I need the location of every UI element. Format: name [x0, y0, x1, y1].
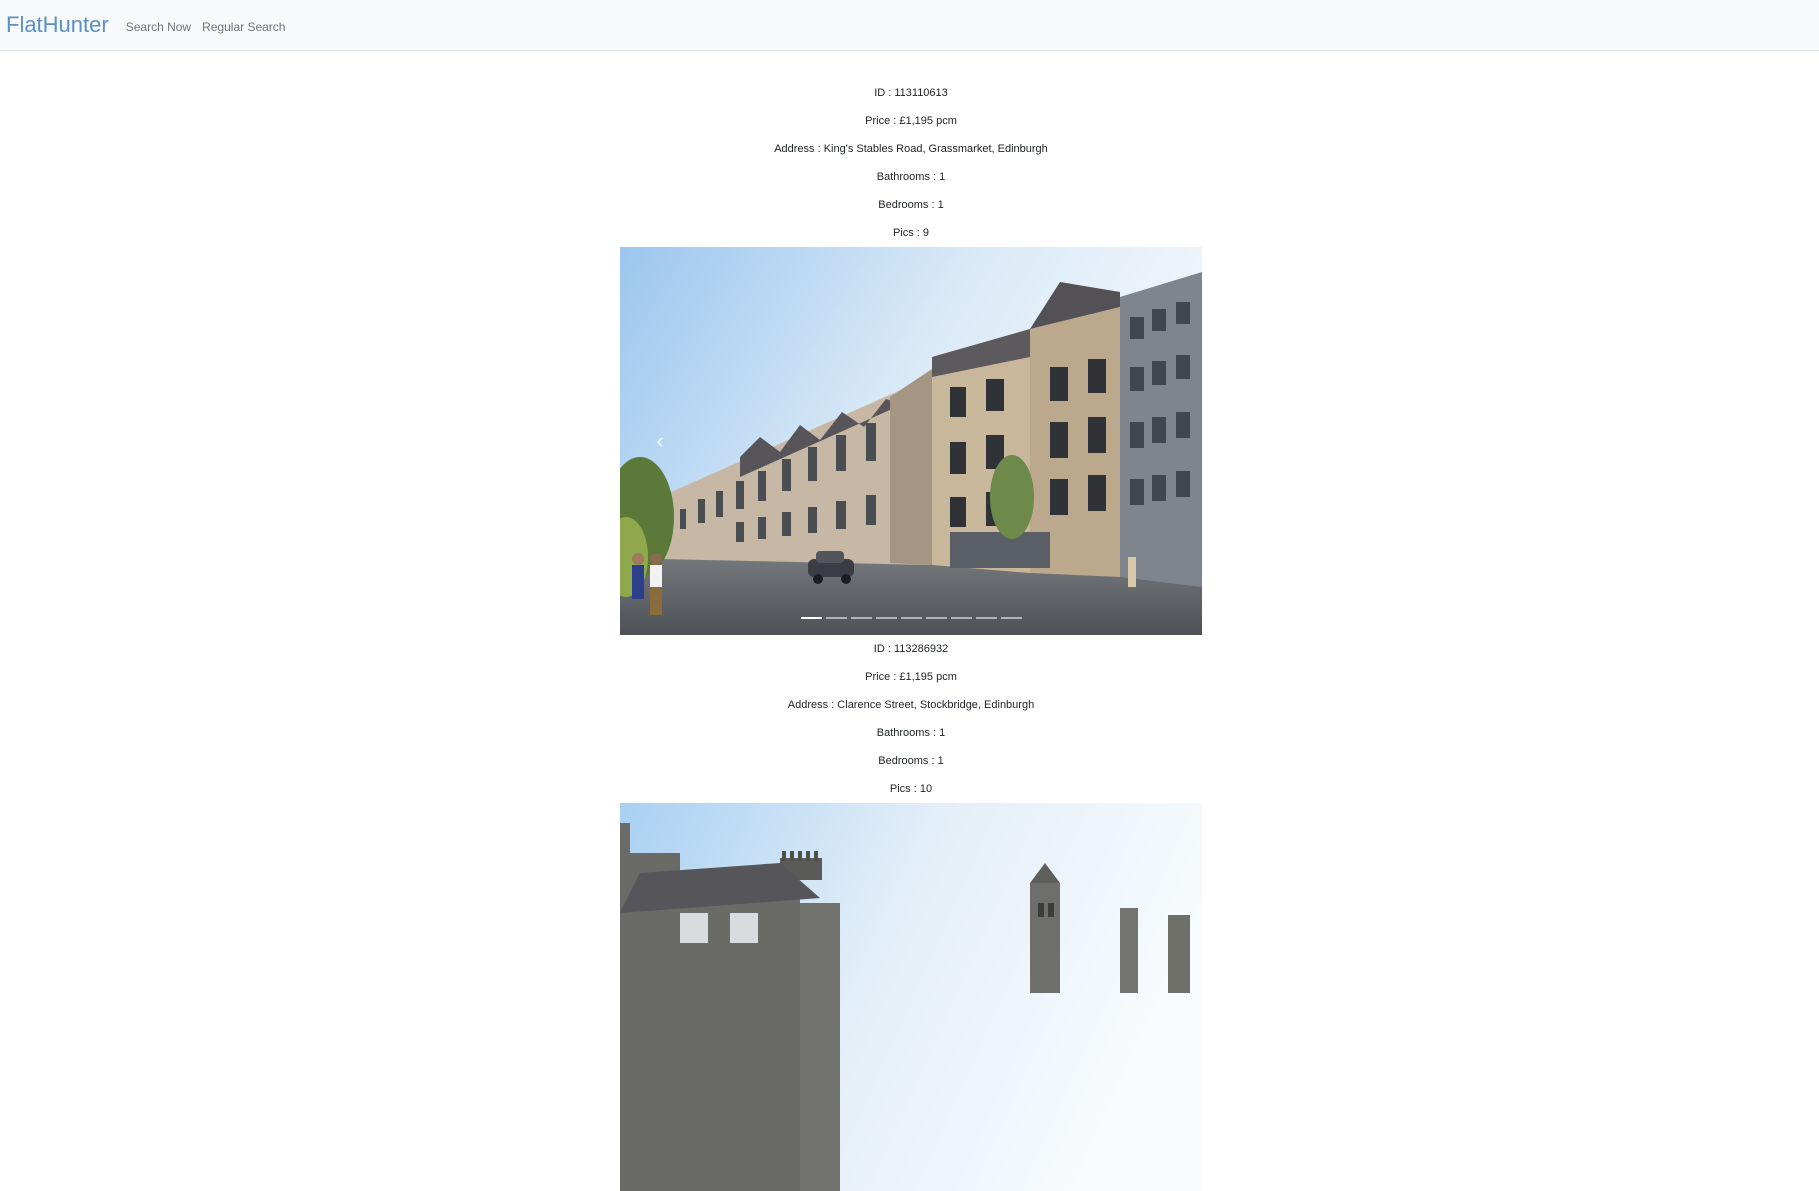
- navbar: FlatHunter Search Now Regular Search: [0, 0, 1819, 51]
- property-photo: [620, 803, 1202, 1191]
- listing-address: Address : King's Stables Road, Grassmark…: [774, 143, 1048, 155]
- listing-card: ID : 113286932 Price : £1,195 pcm Addres…: [620, 635, 1202, 1191]
- carousel-indicator[interactable]: [875, 617, 897, 619]
- listing-id: ID : 113110613: [874, 87, 948, 99]
- carousel-indicator[interactable]: [825, 617, 847, 619]
- listing-address: Address : Clarence Street, Stockbridge, …: [787, 699, 1035, 711]
- carousel-indicator[interactable]: [975, 617, 997, 619]
- listing-card: ID : 113110613 Price : £1,195 pcm Addres…: [620, 79, 1202, 635]
- listing-bathrooms: Bathrooms : 1: [876, 171, 946, 183]
- carousel-indicator[interactable]: [1000, 617, 1022, 619]
- property-photo: [620, 247, 1202, 635]
- listing-bedrooms: Bedrooms : 1: [878, 199, 944, 211]
- carousel-prev-button[interactable]: ‹: [650, 425, 670, 457]
- listing-pics: Pics : 9: [892, 227, 930, 239]
- listing-id: ID : 113286932: [873, 643, 949, 655]
- carousel-indicator[interactable]: [850, 617, 872, 619]
- brand-logo[interactable]: FlatHunter: [6, 14, 109, 36]
- listing-price: Price : £1,195 pcm: [865, 671, 957, 683]
- carousel-indicator[interactable]: [900, 617, 922, 619]
- photo-carousel[interactable]: ‹: [620, 247, 1202, 635]
- photo-carousel[interactable]: [620, 803, 1202, 1191]
- carousel-indicator[interactable]: [800, 617, 822, 619]
- listing-bathrooms: Bathrooms : 1: [876, 727, 946, 739]
- listing-price: Price : £1,195 pcm: [865, 115, 957, 127]
- nav-link-regular-search[interactable]: Regular Search: [202, 17, 285, 34]
- carousel-indicator[interactable]: [925, 617, 947, 619]
- listing-bedrooms: Bedrooms : 1: [878, 755, 944, 767]
- carousel-indicators: [620, 617, 1202, 619]
- carousel-indicator[interactable]: [950, 617, 972, 619]
- chevron-left-icon: ‹: [656, 428, 664, 453]
- nav-link-search-now[interactable]: Search Now: [126, 17, 191, 34]
- listing-pics: Pics : 10: [889, 783, 933, 795]
